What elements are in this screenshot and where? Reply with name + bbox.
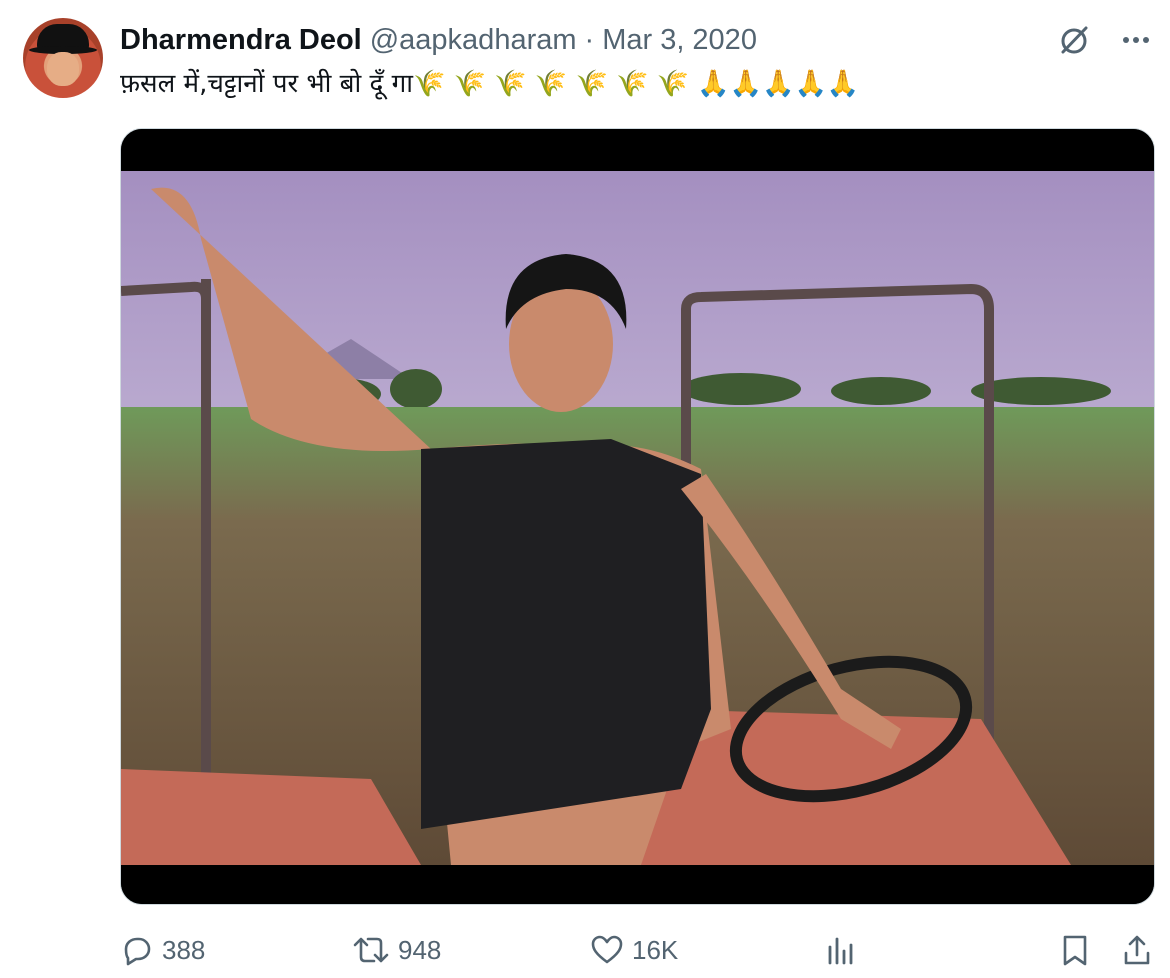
tweet-header: Dharmendra Deol @aapkadharam · Mar 3, 20… bbox=[120, 22, 757, 58]
tweet-text: फ़सल में,चट्टानों पर भी बो दूँ गा🌾 🌾 🌾 🌾… bbox=[120, 69, 860, 99]
tweet-date[interactable]: Mar 3, 2020 bbox=[602, 24, 757, 57]
heart-icon bbox=[590, 933, 624, 967]
tweet-media[interactable] bbox=[120, 128, 1155, 905]
reply-count: 388 bbox=[162, 934, 206, 965]
like-count: 16K bbox=[632, 934, 679, 965]
retweet-button[interactable]: 948 bbox=[352, 926, 441, 974]
retweet-icon bbox=[352, 933, 390, 967]
tweet-actions: 388 948 16K bbox=[0, 926, 1170, 974]
reply-icon bbox=[120, 933, 154, 967]
author-name[interactable]: Dharmendra Deol bbox=[120, 24, 362, 57]
share-icon bbox=[1122, 933, 1152, 967]
grok-icon[interactable] bbox=[1056, 22, 1092, 63]
avatar-face bbox=[47, 52, 79, 86]
more-icon[interactable] bbox=[1120, 24, 1152, 61]
tweet-top-actions bbox=[1056, 22, 1152, 63]
analytics-icon bbox=[826, 933, 856, 967]
author-handle[interactable]: @aapkadharam bbox=[370, 24, 577, 57]
author-avatar[interactable] bbox=[23, 18, 103, 98]
video-still-icon bbox=[121, 129, 1154, 904]
views-button[interactable] bbox=[826, 926, 856, 974]
like-button[interactable]: 16K bbox=[590, 926, 678, 974]
reply-button[interactable]: 388 bbox=[120, 926, 205, 974]
header-separator: · bbox=[584, 23, 595, 56]
bookmark-icon bbox=[1060, 933, 1090, 967]
bookmark-button[interactable] bbox=[1060, 926, 1090, 974]
share-button[interactable] bbox=[1122, 926, 1152, 974]
retweet-count: 948 bbox=[398, 934, 442, 965]
